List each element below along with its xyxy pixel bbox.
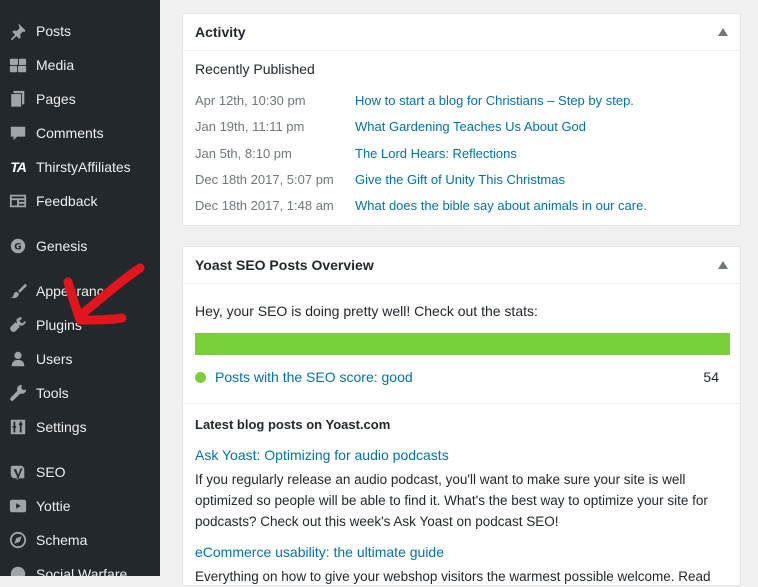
sidebar-item-label: Settings [36,419,87,435]
sidebar-item-tools[interactable]: Tools [0,376,160,410]
activity-row: Apr 12th, 10:30 pm How to start a blog f… [195,90,725,110]
yoast-icon [8,462,28,482]
activity-post-link[interactable]: Give the Gift of Unity This Christmas [355,172,565,187]
media-icon [8,55,28,75]
genesis-icon: G [8,236,28,256]
compass-icon [8,530,28,550]
activity-post-link[interactable]: How to start a blog for Christians – Ste… [355,93,634,108]
sidebar-item-label: Users [36,351,73,367]
activity-date: Dec 18th 2017, 5:07 pm [195,171,334,187]
users-icon [8,349,28,369]
divider [183,403,740,404]
activity-date: Jan 19th, 11:11 pm [195,118,305,134]
thirstyaffiliates-icon: TA [8,157,28,177]
sidebar-item-label: Media [36,57,75,73]
activity-post-link[interactable]: What Gardening Teaches Us About God [355,119,586,134]
sidebar-item-label: SEO [36,464,66,480]
pushpin-icon [8,21,28,41]
yoast-post-excerpt: Everything on how to give your webshop v… [195,569,711,584]
sidebar-item-comments[interactable]: Comments [0,116,160,150]
pages-icon [8,89,28,109]
annotation-arrow [63,263,145,325]
activity-post-link[interactable]: The Lord Hears: Reflections [355,146,517,161]
sidebar-item-users[interactable]: Users [0,342,160,376]
plugin-icon [8,315,28,335]
sidebar-item-genesis[interactable]: G Genesis [0,229,160,263]
sidebar-item-yottie[interactable]: Yottie [0,489,160,523]
comment-icon [8,123,28,143]
sidebar-item-thirstyaffiliates[interactable]: TA ThirstyAffiliates [0,150,160,184]
sidebar-item-seo[interactable]: SEO [0,455,160,489]
sidebar-item-media[interactable]: Media [0,48,160,82]
activity-date: Apr 12th, 10:30 pm [195,92,306,108]
seo-score-link[interactable]: Posts with the SEO score: good [215,369,413,385]
social-warfare-icon [8,564,28,576]
wrench-icon [8,383,28,403]
activity-post-link[interactable]: What does the bible say about animals in… [355,198,647,213]
sidebar-item-feedback[interactable]: Feedback [0,184,160,218]
sidebar-item-label: Tools [36,385,69,401]
seo-score-label: Posts with the SEO score: [215,369,382,385]
activity-row: Dec 18th 2017, 1:48 am What does the bib… [195,195,725,215]
collapse-toggle-icon[interactable] [718,260,728,270]
seo-score-row: Posts with the SEO score: good 54 [195,367,719,387]
sidebar-item-social-warfare[interactable]: Social Warfare [0,557,160,576]
sidebar-item-label: Posts [36,23,72,39]
seo-score-bar [195,333,730,355]
sidebar-item-label: ThirstyAffiliates [36,159,131,175]
activity-row: Jan 5th, 8:10 pm The Lord Hears: Reflect… [195,143,725,163]
sidebar-item-label: Yottie [36,498,71,514]
yoast-seo-widget: Yoast SEO Posts Overview Hey, your SEO i… [182,246,741,586]
thirstyaffiliates-logo-text: TA [10,159,27,175]
yoast-widget-title: Yoast SEO Posts Overview [195,257,374,273]
sidebar-item-label: Comments [36,125,104,141]
activity-row: Dec 18th 2017, 5:07 pm Give the Gift of … [195,169,725,189]
recently-published-heading: Recently Published [195,61,315,77]
feedback-icon [8,191,28,211]
activity-row: Jan 19th, 11:11 pm What Gardening Teache… [195,116,725,136]
activity-widget-header[interactable]: Activity [183,14,740,51]
admin-sidebar: Posts Media Pages Comments TA ThirstyAff… [0,0,160,576]
seo-score-value: good [381,369,413,385]
sidebar-item-schema[interactable]: Schema [0,523,160,557]
sidebar-item-label: Pages [36,91,76,107]
seo-good-dot-icon [195,371,206,383]
sidebar-item-settings[interactable]: Settings [0,410,160,444]
collapse-toggle-icon[interactable] [718,27,728,37]
yoast-post-link[interactable]: eCommerce usability: the ultimate guide [195,544,444,560]
yoast-post-excerpt: If you regularly release an audio podcas… [195,472,708,529]
yoast-widget-header[interactable]: Yoast SEO Posts Overview [183,247,740,284]
sidebar-item-label: Genesis [36,238,88,254]
sidebar-item-label: Social Warfare [36,566,128,576]
sidebar-item-label: Schema [36,532,88,548]
yoast-post-link[interactable]: Ask Yoast: Optimizing for audio podcasts [195,447,449,463]
sidebar-item-pages[interactable]: Pages [0,82,160,116]
youtube-icon [8,496,28,516]
paintbrush-icon [8,281,28,301]
activity-widget: Activity Recently Published Apr 12th, 10… [182,13,741,226]
sidebar-item-label: Feedback [36,193,98,209]
svg-text:G: G [14,243,21,253]
settings-icon [8,417,28,437]
seo-score-count: 54 [703,369,719,385]
seo-score-bar-fill [195,333,730,355]
activity-date: Jan 5th, 8:10 pm [195,145,292,161]
activity-widget-title: Activity [195,24,246,40]
seo-status-text: Hey, your SEO is doing pretty well! Chec… [195,303,538,319]
latest-posts-heading: Latest blog posts on Yoast.com [195,417,391,432]
activity-date: Dec 18th 2017, 1:48 am [195,197,334,213]
sidebar-item-posts[interactable]: Posts [0,14,160,48]
